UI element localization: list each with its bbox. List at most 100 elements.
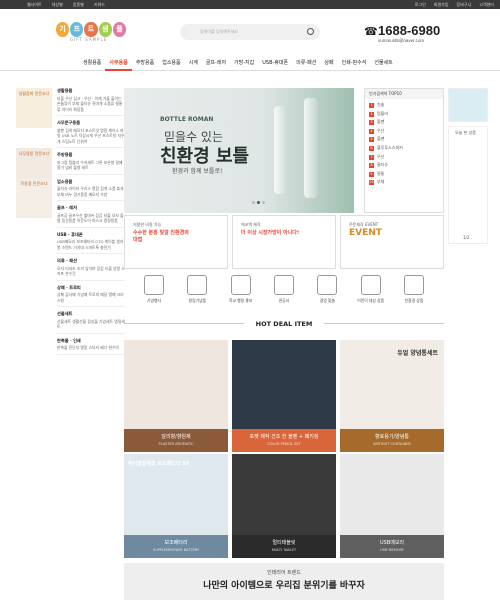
rank-item[interactable]: 3 볼펜: [369, 118, 439, 127]
sidebar-category-title[interactable]: 사무문구용품: [57, 120, 125, 126]
search-icon[interactable]: [307, 28, 314, 35]
rank-number: 6: [369, 145, 374, 151]
promo-top: 저렴한 비용 가능: [133, 222, 162, 227]
sidebar-category[interactable]: USB · 휴대폰 USB메모리 보조배터리 OTG 케이블 셀카봉 스탠드 거치…: [57, 232, 125, 254]
left-banner-1[interactable]: 생활잡화 전문코너: [16, 88, 52, 128]
sidebar-category-title[interactable]: 생활용품: [57, 88, 125, 94]
category-icon-item[interactable]: 경영 맞춤: [309, 275, 345, 304]
rank-item[interactable]: 1 칫솔: [369, 101, 439, 110]
sidebar-category-title[interactable]: 업소용품: [57, 179, 125, 185]
category-icon-item[interactable]: 학교 행정 홍보: [223, 275, 259, 304]
deal-card-tag: 듀얼 양념통세트: [397, 350, 438, 357]
sidebar-category[interactable]: 선물세트 선물세트 생활선물 정성물 기념세트 명절세트: [57, 311, 125, 334]
deal-card-en: COLOR PENCIL SET: [267, 442, 301, 446]
topbar-link[interactable]: 키워드: [94, 2, 105, 8]
sidebar-category[interactable]: 업소용품 물티슈 라이터 우리스 명함 집게 소품 효과 부채 비누 경기용품 메…: [57, 179, 125, 201]
sidebar-category[interactable]: 생활용품 타올 우산 심크 · 우산 · 이케 거울 둘이는 손톱깎이 부채 물티…: [57, 88, 125, 116]
nav-item[interactable]: 인쇄-판수석: [338, 58, 371, 71]
nav-item[interactable]: 생활용품: [79, 58, 105, 71]
recent-viewed-title: 오늘 본 상품: [455, 130, 476, 135]
topbar-link[interactable]: 회원가입: [434, 2, 449, 8]
sidebar-category[interactable]: 상패 · 트로피 상패 감사패 기념패 트로피 메달 명패 크리스탈: [57, 285, 125, 307]
sidebar-category[interactable]: 골프 · 레저 골프공 골프우산 볼마커 장갑 타올 모자 물병 등산용품 아웃도…: [57, 205, 125, 228]
category-icons-row: 기념행사 창립기념품 학교 행정 홍보 관공서 경영 맞춤 어린이 대상 상품 친환경 상품: [124, 275, 444, 304]
deal-card-name: USB메모리: [379, 540, 405, 546]
category-icon-label: 관공서: [278, 298, 290, 303]
nav-item[interactable]: USB-휴대폰: [258, 58, 292, 71]
nav-item[interactable]: 의류-패션: [292, 58, 320, 71]
nav-item[interactable]: 주방용품: [132, 58, 158, 71]
sidebar-category-desc: 타올 우산 심크 · 우산 · 이케 거울 둘이는 손톱깎이 부채 물티슈 귀마…: [57, 95, 123, 112]
sidebar-category[interactable]: 판촉물 · 인쇄 판촉물 전단지 명함 스티커 배너 현수막: [57, 338, 125, 355]
topbar-link[interactable]: 로그인: [415, 2, 426, 8]
category-icon: [403, 275, 424, 295]
nav-item[interactable]: 가방-지갑: [230, 58, 258, 71]
nav-item[interactable]: 사무용품: [105, 58, 132, 71]
rank-item[interactable]: 8 물티슈: [369, 161, 439, 170]
interior-banner[interactable]: 인테리어 트렌드 나만의 아이템으로 우리집 분위기를 바꾸자: [124, 563, 444, 600]
deal-card-label: 달리향/향원제 PLASTER AROMATIC: [124, 429, 228, 452]
category-icon-item[interactable]: 관공서: [266, 275, 302, 304]
deal-card[interactable]: 멀티태블릿 MULTI TABLET: [232, 454, 336, 558]
deal-card[interactable]: 향료용기/양념통 AIRTIGHT CONTAINER 듀얼 양념통세트: [340, 340, 444, 452]
deal-card-name: 보조배터리: [164, 540, 188, 546]
promo-card-3[interactable]: 주문제작 EVENT EVENT: [340, 215, 444, 269]
sidebar-category-title[interactable]: 주방용품: [57, 152, 125, 158]
rank-number: 2: [369, 111, 374, 117]
promo-card-1[interactable]: 저렴한 비용 가능 수수한 분홍 빛깔 친환경의 대접: [124, 215, 228, 269]
sidebar-category-title[interactable]: 판촉물 · 인쇄: [57, 338, 125, 344]
category-icon: [187, 275, 208, 295]
rank-item[interactable]: 4 우산: [369, 127, 439, 136]
topbar-link[interactable]: 웹사이트: [27, 2, 42, 8]
nav-item[interactable]: 골프-레저: [202, 58, 230, 71]
promo-top: 에코백 제작: [241, 222, 261, 227]
category-icon-item[interactable]: 기념행사: [136, 275, 172, 304]
deal-card[interactable]: USB메모리 USB MEMORY: [340, 454, 444, 558]
rank-item[interactable]: 2 텀블러: [369, 110, 439, 119]
deal-card[interactable]: 포켓 제작 건조 한 볼펜 + 패키징 COLOR PENCIL SET: [232, 340, 336, 452]
sidebar-category-title[interactable]: 선물세트: [57, 311, 125, 317]
topbar-link[interactable]: 대상별: [52, 2, 63, 8]
rank-item[interactable]: 9 필통: [369, 170, 439, 179]
right-promo-banner[interactable]: [448, 88, 488, 122]
deal-card-label: 포켓 제작 건조 한 볼펜 + 패키징 COLOR PENCIL SET: [232, 429, 336, 452]
slider-dots[interactable]: [252, 201, 265, 204]
left-banner-3[interactable]: 학용품 전문코너: [16, 178, 52, 218]
logo-letter: 기: [56, 22, 70, 37]
rank-item[interactable]: 10 부채: [369, 178, 439, 187]
rank-item[interactable]: 6 블루투스스피커: [369, 144, 439, 153]
sidebar-category[interactable]: 사무문구용품 볼펜 검색 메모지 포스트잇 명함 케이스 파일 USB 노트 탁상…: [57, 120, 125, 148]
sidebar-category-title[interactable]: 상패 · 트로피: [57, 285, 125, 291]
deal-card[interactable]: 보조배터리 SUPPLEMENTARY BATTERY 케이블일체형 보조배터리 S…: [124, 454, 228, 558]
hero-line3: 환경과 함께 보틀로!: [172, 168, 223, 175]
nav-item[interactable]: 시계: [185, 58, 202, 71]
rank-label: 블루투스스피커: [377, 144, 403, 150]
sidebar-category[interactable]: 의류 · 패션 모자 티셔츠 조끼 앞치마 장갑 타올 양말 스카프 손수건: [57, 258, 125, 281]
promo-card-2[interactable]: 에코백 제작 더 이상 시장가방이 아니다!: [232, 215, 336, 269]
sidebar-category-desc: 머그컵 텀블러 수저세트 그릇 보온병 밀폐용기 냄비 물병 세트: [57, 159, 123, 171]
sidebar-category[interactable]: 주방용품 머그컵 텀블러 수저세트 그릇 보온병 밀폐용기 냄비 물병 세트: [57, 152, 125, 175]
sidebar-category-desc: 상패 감사패 기념패 트로피 메달 명패 크리스탈: [57, 292, 124, 303]
site-logo[interactable]: 기프트샘플 GIFT SAMPLE: [56, 22, 127, 50]
sidebar-category-title[interactable]: 의류 · 패션: [57, 258, 125, 264]
topbar-link[interactable]: 고객센터: [479, 2, 494, 8]
nav-item[interactable]: 상패: [320, 58, 337, 71]
deal-card-name: 향료용기/양념통: [375, 434, 409, 440]
hero-banner[interactable]: BOTTLE ROMAN 믿을수 있는 친환경 보틀 환경과 함께 보틀로!: [124, 88, 354, 213]
topbar-link[interactable]: 업종별: [73, 2, 84, 8]
nav-item[interactable]: 업소용품: [158, 58, 184, 71]
topbar-link[interactable]: 장바구니: [457, 2, 472, 8]
sidebar-category-title[interactable]: USB · 휴대폰: [57, 232, 125, 238]
category-icon-item[interactable]: 어린이 대상 상품: [353, 275, 389, 304]
rank-label: 우산: [377, 127, 385, 133]
rank-title: 인기검색어 TOP10: [365, 89, 443, 99]
category-icon-item[interactable]: 친환경 상품: [396, 275, 432, 304]
category-icon-item[interactable]: 창립기념품: [179, 275, 215, 304]
category-icon-label: 기념행사: [147, 298, 161, 303]
sidebar-category-title[interactable]: 골프 · 레저: [57, 205, 125, 211]
nav-item[interactable]: 선물세트: [370, 58, 396, 71]
rank-item[interactable]: 5 볼펜: [369, 135, 439, 144]
search-input[interactable]: 검색어를 입력해주세요: [180, 24, 320, 40]
deal-card[interactable]: 달리향/향원제 PLASTER AROMATIC: [124, 340, 228, 452]
rank-item[interactable]: 7 우산: [369, 153, 439, 162]
